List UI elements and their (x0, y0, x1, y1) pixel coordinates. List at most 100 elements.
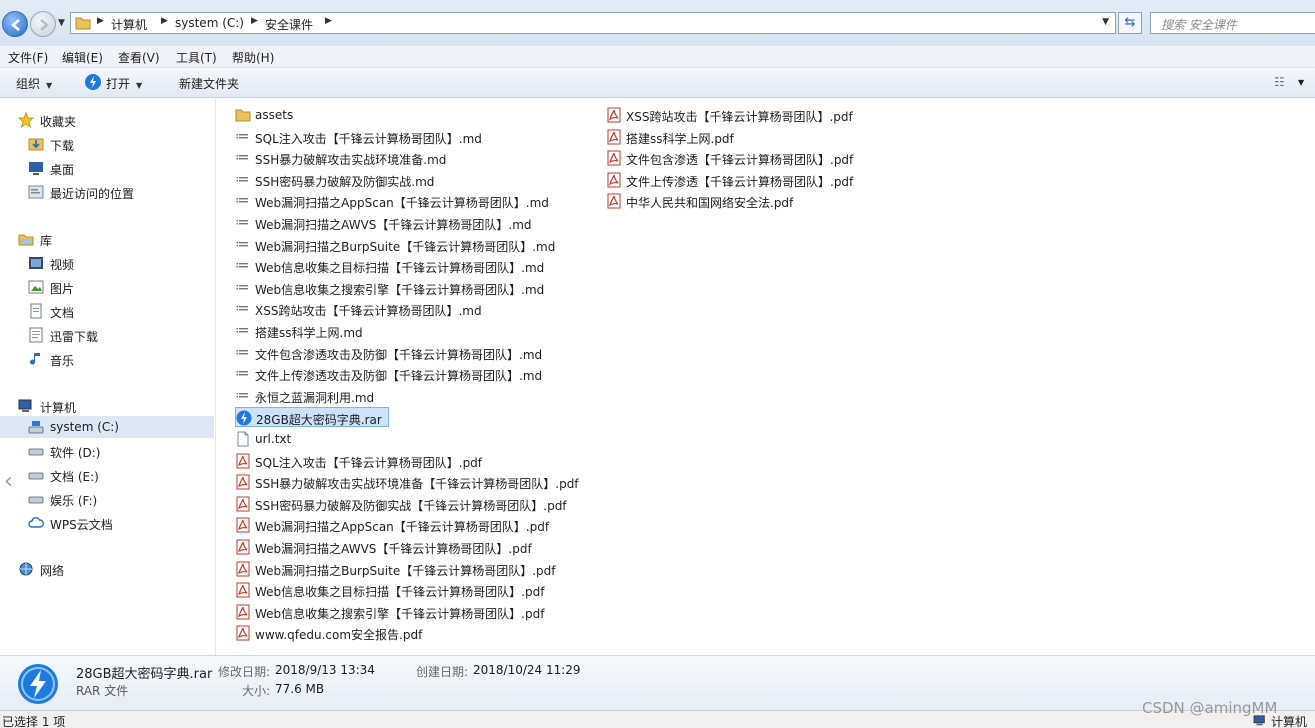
nav-xunlei-downloads[interactable]: 迅雷下载 (28, 324, 208, 346)
forward-button[interactable] (30, 11, 56, 37)
nav-downloads[interactable]: 下载 (28, 133, 208, 155)
markdown-file-icon (236, 241, 248, 246)
nav-drive-d[interactable]: 软件 (D:) (28, 440, 208, 462)
file-item[interactable]: SQL注入攻击【千锋云计算杨哥团队】.pdf (235, 451, 595, 471)
nav-computer[interactable]: 计算机 (18, 395, 208, 417)
file-item[interactable]: 文件包含渗透攻击及防御【千锋云计算杨哥团队】.md (235, 343, 595, 363)
file-item[interactable]: Web漏洞扫描之AWVS【千锋云计算杨哥团队】.md (235, 213, 595, 233)
file-item[interactable]: Web信息收集之搜索引擎【千锋云计算杨哥团队】.md (235, 278, 595, 298)
file-item[interactable]: www.qfedu.com安全报告.pdf (235, 623, 595, 643)
menu-file[interactable]: 文件(F) (8, 49, 48, 66)
file-item[interactable]: 28GB超大密码字典.rar (235, 407, 389, 428)
menu-edit[interactable]: 编辑(E) (62, 49, 103, 66)
nav-libraries[interactable]: 库 (18, 228, 208, 250)
file-item[interactable]: XSS跨站攻击【千锋云计算杨哥团队】.pdf (606, 105, 906, 125)
file-name: 搭建ss科学上网.md (255, 326, 363, 340)
file-item[interactable]: Web漏洞扫描之AWVS【千锋云计算杨哥团队】.pdf (235, 537, 595, 557)
file-item[interactable]: 文件上传渗透【千锋云计算杨哥团队】.pdf (606, 170, 906, 190)
file-item[interactable]: Web漏洞扫描之AppScan【千锋云计算杨哥团队】.md (235, 191, 595, 211)
view-options-chevron-icon[interactable]: ▼ (1298, 78, 1304, 87)
breadcrumb-drive-c[interactable]: system (C:) (175, 16, 244, 30)
file-item[interactable]: Web信息收集之目标扫描【千锋云计算杨哥团队】.pdf (235, 580, 595, 600)
file-item[interactable]: Web信息收集之目标扫描【千锋云计算杨哥团队】.md (235, 256, 595, 276)
refresh-icon: ⇆ (1124, 15, 1136, 30)
file-item[interactable]: Web信息收集之搜索引擎【千锋云计算杨哥团队】.pdf (235, 602, 595, 622)
file-item[interactable]: Web漏洞扫描之BurpSuite【千锋云计算杨哥团队】.pdf (235, 559, 595, 579)
nav-videos[interactable]: 视频 (28, 252, 208, 274)
file-item[interactable]: Web漏洞扫描之BurpSuite【千锋云计算杨哥团队】.md (235, 235, 595, 255)
file-item[interactable]: SSH暴力破解攻击实战环境准备【千锋云计算杨哥团队】.pdf (235, 472, 595, 492)
file-item[interactable]: SSH暴力破解攻击实战环境准备.md (235, 148, 595, 168)
file-item[interactable]: 永恒之蓝漏洞利用.md (235, 386, 595, 406)
file-name: 搭建ss科学上网.pdf (626, 131, 734, 146)
file-name: SSH暴力破解攻击实战环境准备.md (255, 153, 447, 168)
file-name: XSS跨站攻击【千锋云计算杨哥团队】.pdf (626, 110, 853, 124)
breadcrumb-separator-icon[interactable]: ▶ (251, 16, 258, 26)
nav-desktop[interactable]: 桌面 (28, 157, 208, 179)
nav-pictures[interactable]: 图片 (28, 276, 208, 298)
breadcrumb-separator-icon[interactable]: ▶ (325, 16, 332, 26)
file-item[interactable]: url.txt (235, 429, 595, 449)
menu-help[interactable]: 帮助(H) (232, 49, 274, 66)
nav-drive-e[interactable]: 文档 (E:) (28, 464, 208, 486)
file-item[interactable]: SSH密码暴力破解及防御实战【千锋云计算杨哥团队】.pdf (235, 494, 595, 514)
pdf-file-icon (236, 625, 250, 641)
nav-recent-places[interactable]: 最近访问的位置 (28, 181, 208, 203)
nav-label: 视频 (50, 258, 75, 272)
pdf-file-icon (236, 517, 250, 533)
file-item[interactable]: 搭建ss科学上网.pdf (606, 127, 906, 147)
recent-pages-dropdown[interactable]: ▼ (58, 18, 68, 28)
view-options-icon[interactable]: ☷ (1274, 75, 1285, 89)
pdf-file-icon (236, 453, 250, 469)
downloads-folder-icon (28, 138, 44, 151)
organize-label: 组织 (16, 77, 41, 91)
organize-button[interactable]: 组织 ▼ (16, 75, 52, 92)
menu-view[interactable]: 查看(V) (118, 49, 160, 66)
csdn-watermark: CSDN @amingMM (1142, 699, 1278, 717)
nav-drive-c[interactable]: system (C:) (0, 416, 214, 438)
file-item[interactable]: XSS跨站攻击【千锋云计算杨哥团队】.md (235, 299, 595, 319)
menu-tools[interactable]: 工具(T) (176, 49, 217, 66)
drive-icon (28, 496, 44, 504)
back-arrow-icon (11, 19, 20, 31)
thunder-file-icon (18, 664, 58, 704)
nav-label: 软件 (D:) (50, 446, 101, 460)
file-name: SQL注入攻击【千锋云计算杨哥团队】.md (255, 131, 482, 146)
file-name: assets (255, 108, 294, 122)
file-item[interactable]: SSH密码暴力破解及防御实战.md (235, 170, 595, 190)
search-input[interactable]: 搜索 安全课件 (1150, 12, 1315, 34)
file-item[interactable]: Web漏洞扫描之AppScan【千锋云计算杨哥团队】.pdf (235, 515, 595, 535)
nav-label: 图片 (50, 282, 75, 296)
file-item[interactable]: 文件包含渗透【千锋云计算杨哥团队】.pdf (606, 148, 906, 168)
file-name: 中华人民共和国网络安全法.pdf (626, 196, 794, 211)
file-name: Web信息收集之搜索引擎【千锋云计算杨哥团队】.md (255, 282, 545, 297)
open-button[interactable]: 打开 ▼ (106, 75, 142, 92)
nav-documents[interactable]: 文档 (28, 300, 208, 322)
address-dropdown-icon[interactable]: ▼ (1102, 17, 1109, 27)
address-field[interactable]: ▶ 计算机 ▶ system (C:) ▶ 安全课件 ▶ ▼ (70, 12, 1116, 34)
back-button[interactable] (2, 11, 28, 37)
breadcrumb-computer[interactable]: 计算机 (111, 16, 147, 33)
nav-network[interactable]: 网络 (18, 558, 208, 580)
file-item[interactable]: 文件上传渗透攻击及防御【千锋云计算杨哥团队】.md (235, 364, 595, 384)
collapse-chevron-icon[interactable]: ‹ (4, 469, 13, 494)
file-item[interactable]: SQL注入攻击【千锋云计算杨哥团队】.md (235, 127, 595, 147)
breadcrumb-separator-icon[interactable]: ▶ (161, 16, 168, 26)
refresh-button[interactable]: ⇆ (1118, 12, 1142, 34)
breadcrumb-separator-icon[interactable]: ▶ (97, 16, 104, 26)
breadcrumb-current-folder[interactable]: 安全课件 (265, 16, 313, 33)
nav-label: 计算机 (40, 401, 77, 415)
libraries-icon (18, 234, 34, 246)
nav-favorites[interactable]: 收藏夹 (18, 109, 208, 131)
nav-music[interactable]: 音乐 (28, 348, 208, 370)
nav-drive-f[interactable]: 娱乐 (F:) (28, 488, 208, 510)
file-item[interactable]: 搭建ss科学上网.md (235, 321, 595, 341)
nav-label: 娱乐 (F:) (50, 494, 98, 508)
nav-wps-cloud[interactable]: WPS云文档 (28, 512, 208, 534)
file-name: SSH密码暴力破解及防御实战【千锋云计算杨哥团队】.pdf (255, 498, 567, 513)
file-item[interactable]: assets (235, 105, 595, 125)
file-item[interactable]: 中华人民共和国网络安全法.pdf (606, 191, 906, 211)
new-folder-button[interactable]: 新建文件夹 (179, 75, 239, 92)
markdown-file-icon (236, 133, 248, 138)
menu-bar: 文件(F) 编辑(E) 查看(V) 工具(T) 帮助(H) (0, 46, 1315, 68)
